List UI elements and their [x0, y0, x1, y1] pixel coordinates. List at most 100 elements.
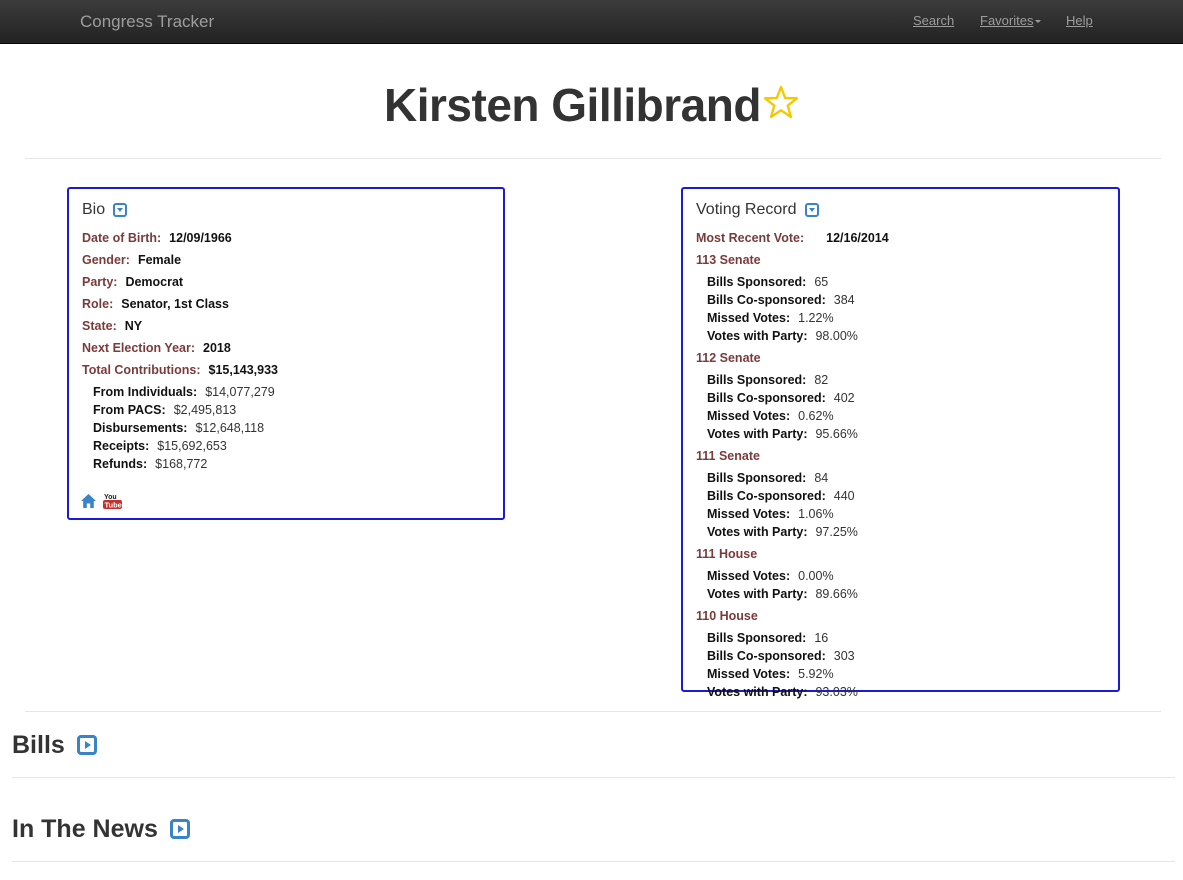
- voting-stat-row: Bills Co-sponsored: 440: [707, 489, 855, 503]
- voting-stat-label: Bills Co-sponsored:: [707, 649, 826, 663]
- voting-section-title: 111 Senate: [696, 449, 760, 463]
- voting-stat-row: Votes with Party: 98.00%: [707, 329, 858, 343]
- contribution-label: Disbursements:: [93, 421, 188, 435]
- voting-stat-value: 440: [833, 489, 855, 503]
- voting-stat-label: Bills Co-sponsored:: [707, 489, 826, 503]
- voting-stat-value: 5.92%: [798, 667, 834, 681]
- brand-link[interactable]: Congress Tracker: [80, 12, 214, 32]
- contribution-value: $15,692,653: [157, 439, 227, 453]
- bio-field-value: Democrat: [125, 275, 184, 289]
- voting-stat-row: Missed Votes: 0.62%: [707, 409, 834, 423]
- voting-record-heading-label: Voting Record: [696, 201, 797, 218]
- voting-stat-value: 89.66%: [815, 587, 858, 601]
- voting-stat-label: Bills Co-sponsored:: [707, 293, 826, 307]
- voting-stat-row: Bills Sponsored: 82: [707, 373, 828, 387]
- voting-stat-label: Bills Sponsored:: [707, 373, 807, 387]
- voting-stat-label: Votes with Party:: [707, 525, 808, 539]
- voting-stat-value: 402: [833, 391, 855, 405]
- bio-field-value: Senator, 1st Class: [121, 297, 229, 311]
- divider: [25, 158, 1161, 159]
- voting-stat-label: Votes with Party:: [707, 427, 808, 441]
- voting-stat-value: 0.62%: [798, 409, 834, 423]
- navbar: Congress Tracker Search Favorites Help: [0, 0, 1183, 44]
- bio-field: Gender: Female: [82, 253, 181, 267]
- nav-favorites-dropdown[interactable]: Favorites: [980, 13, 1042, 28]
- voting-stat-label: Missed Votes:: [707, 409, 791, 423]
- contribution-row: Disbursements: $12,648,118: [93, 421, 264, 435]
- bio-heading: Bio: [82, 201, 128, 219]
- bio-field-label: Role:: [82, 297, 114, 311]
- caret-down-icon: [1035, 20, 1042, 24]
- bio-heading-label: Bio: [82, 201, 106, 218]
- youtube-icon[interactable]: You Tube: [103, 492, 122, 510]
- contribution-label: Refunds:: [93, 457, 148, 471]
- voting-stat-row: Missed Votes: 0.00%: [707, 569, 834, 583]
- voting-stat-row: Bills Sponsored: 84: [707, 471, 828, 485]
- voting-stat-label: Missed Votes:: [707, 311, 791, 325]
- voting-section-title: 111 House: [696, 547, 757, 561]
- voting-stat-label: Bills Co-sponsored:: [707, 391, 826, 405]
- contribution-label: Receipts:: [93, 439, 150, 453]
- nav-help-link[interactable]: Help: [1066, 13, 1093, 28]
- home-icon[interactable]: [81, 494, 96, 513]
- voting-stat-row: Bills Sponsored: 16: [707, 631, 828, 645]
- bills-title: Bills: [12, 731, 65, 759]
- news-title: In The News: [12, 815, 158, 843]
- collapse-toggle-icon[interactable]: [113, 203, 128, 217]
- expand-play-icon[interactable]: [76, 735, 97, 755]
- voting-stat-value: 384: [833, 293, 855, 307]
- voting-record-heading: Voting Record: [696, 201, 819, 219]
- voting-stat-value: 16: [814, 631, 829, 645]
- voting-stat-label: Missed Votes:: [707, 507, 791, 521]
- voting-stat-row: Votes with Party: 95.66%: [707, 427, 858, 441]
- contribution-value: $12,648,118: [195, 421, 265, 435]
- voting-stat-value: 98.00%: [815, 329, 858, 343]
- bills-section-header: Bills: [12, 731, 97, 760]
- contribution-row: Refunds: $168,772: [93, 457, 207, 471]
- bio-field-label: Next Election Year:: [82, 341, 196, 355]
- contribution-value: $2,495,813: [173, 403, 237, 417]
- contribution-value: $14,077,279: [205, 385, 275, 399]
- collapse-toggle-icon[interactable]: [804, 203, 819, 217]
- voting-stat-label: Votes with Party:: [707, 685, 808, 699]
- bio-field: Role: Senator, 1st Class: [82, 297, 229, 311]
- expand-play-icon[interactable]: [169, 819, 190, 839]
- most-recent-vote: Most Recent Vote: 12/16/2014: [696, 231, 889, 245]
- voting-section-label: 111 House: [696, 547, 758, 561]
- bio-field-label: Party:: [82, 275, 118, 289]
- nav-search-link[interactable]: Search: [913, 13, 954, 28]
- voting-stat-row: Votes with Party: 89.66%: [707, 587, 858, 601]
- voting-stat-value: 93.03%: [815, 685, 858, 699]
- voting-stat-row: Bills Co-sponsored: 303: [707, 649, 855, 663]
- voting-stat-row: Missed Votes: 1.06%: [707, 507, 834, 521]
- most-recent-vote-label: Most Recent Vote:: [696, 231, 805, 245]
- voting-stat-label: Bills Sponsored:: [707, 275, 807, 289]
- voting-stat-row: Bills Co-sponsored: 402: [707, 391, 855, 405]
- contribution-row: From Individuals: $14,077,279: [93, 385, 275, 399]
- divider: [25, 711, 1161, 712]
- voting-stat-value: 303: [833, 649, 855, 663]
- bio-field-value: NY: [124, 319, 143, 333]
- voting-stat-value: 1.22%: [798, 311, 834, 325]
- voting-section-title: 112 Senate: [696, 351, 761, 365]
- contribution-label: From PACS:: [93, 403, 166, 417]
- voting-section-label: 111 Senate: [696, 449, 760, 463]
- voting-section-title: 113 Senate: [696, 253, 761, 267]
- voting-stat-label: Votes with Party:: [707, 329, 808, 343]
- voting-stat-label: Votes with Party:: [707, 587, 808, 601]
- bio-field-label: State:: [82, 319, 117, 333]
- voting-stat-label: Missed Votes:: [707, 569, 791, 583]
- voting-stat-row: Missed Votes: 1.22%: [707, 311, 834, 325]
- voting-stat-row: Bills Co-sponsored: 384: [707, 293, 855, 307]
- bio-field-label: Total Contributions:: [82, 363, 201, 377]
- voting-section-label: 113 Senate: [696, 253, 761, 267]
- bio-field-label: Gender:: [82, 253, 130, 267]
- voting-section-label: 110 House: [696, 609, 758, 623]
- voting-stat-value: 65: [814, 275, 829, 289]
- voting-stat-value: 95.66%: [815, 427, 858, 441]
- favorite-star-icon[interactable]: [763, 85, 799, 124]
- bio-field: State: NY: [82, 319, 142, 333]
- contribution-row: Receipts: $15,692,653: [93, 439, 227, 453]
- svg-text:Tube: Tube: [105, 501, 122, 510]
- voting-stat-row: Votes with Party: 93.03%: [707, 685, 858, 699]
